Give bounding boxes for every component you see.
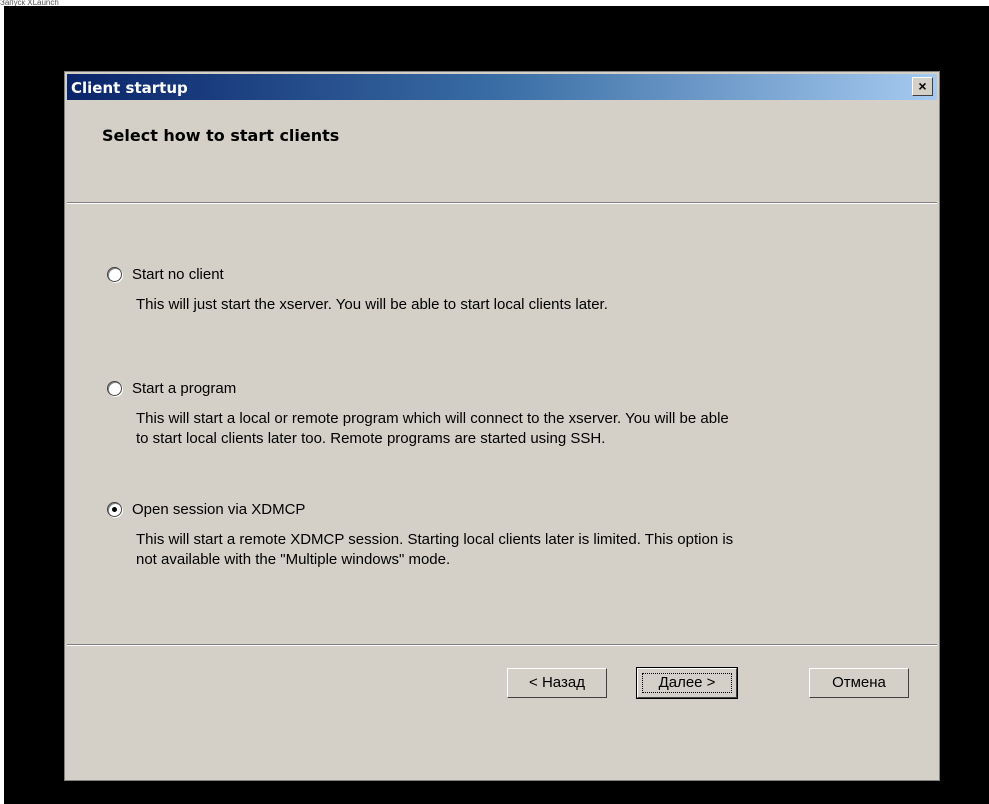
radio-button-unchecked-icon[interactable] <box>107 380 122 396</box>
description-line: This will just start the xserver. You wi… <box>136 296 608 313</box>
header-divider <box>67 202 937 204</box>
back-button[interactable]: < Назад <box>507 668 607 698</box>
radio-start-no-client[interactable]: Start no client <box>107 264 907 284</box>
option-label[interactable]: Start no client <box>132 266 224 283</box>
next-button[interactable]: Далее > <box>636 667 738 699</box>
option-open-session-xdmcp: Open session via XDMCP This will start a… <box>107 499 907 570</box>
option-start-a-program: Start a program This will start a local … <box>107 378 907 449</box>
radio-dot <box>112 506 117 512</box>
radio-open-session-xdmcp[interactable]: Open session via XDMCP <box>107 499 907 519</box>
radio-button-unchecked-icon[interactable] <box>107 266 122 282</box>
description-line: not available with the "Multiple windows… <box>136 551 451 568</box>
wizard-header: Select how to start clients <box>67 100 937 202</box>
description-line: This will start a remote XDMCP session. … <box>136 531 734 548</box>
option-label[interactable]: Start a program <box>132 380 236 397</box>
cancel-button[interactable]: Отмена <box>809 668 909 698</box>
option-label[interactable]: Open session via XDMCP <box>132 501 305 518</box>
page-heading: Select how to start clients <box>102 126 340 145</box>
title-bar[interactable]: Client startup × <box>67 74 937 100</box>
description-line: This will start a local or remote progra… <box>136 410 729 427</box>
footer-divider <box>67 644 937 646</box>
option-description: This will just start the xserver. You wi… <box>136 295 907 315</box>
radio-button-checked-icon[interactable] <box>107 501 122 517</box>
focus-rectangle <box>642 673 732 693</box>
radio-start-a-program[interactable]: Start a program <box>107 378 907 398</box>
description-line: to start local clients later too. Remote… <box>136 430 606 447</box>
window-title: Client startup <box>71 79 188 97</box>
option-start-no-client: Start no client This will just start the… <box>107 264 907 315</box>
option-description: This will start a remote XDMCP session. … <box>136 530 907 570</box>
close-icon: × <box>918 78 927 94</box>
option-description: This will start a local or remote progra… <box>136 409 907 449</box>
close-button[interactable]: × <box>912 77 933 96</box>
client-startup-dialog: Client startup × Select how to start cli… <box>64 71 940 781</box>
